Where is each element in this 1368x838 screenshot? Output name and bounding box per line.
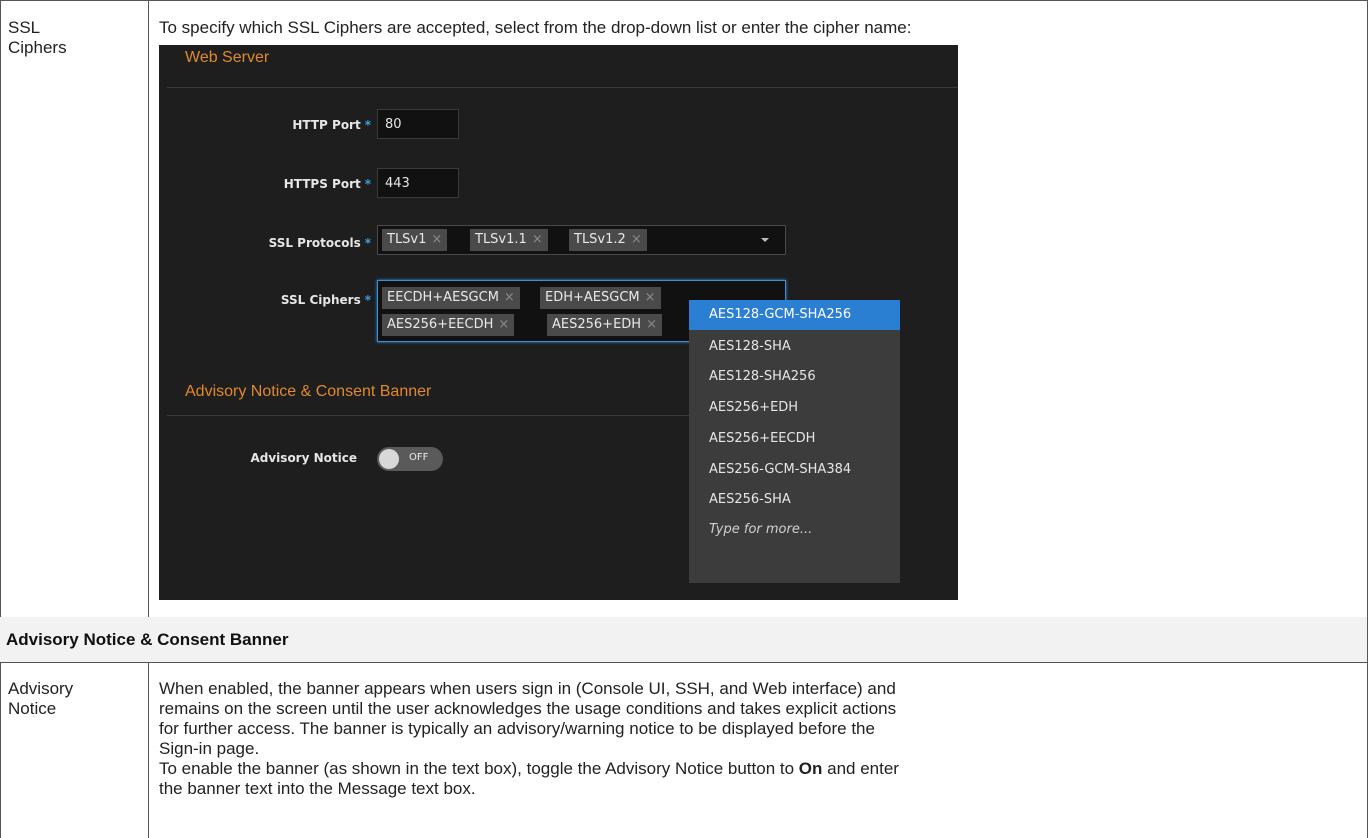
cipher-option[interactable]: AES128-SHA (689, 332, 900, 362)
table-border-left (0, 0, 1, 838)
https-port-label: HTTPS Port * (283, 177, 371, 191)
ssl-ciphers-intro-text: To specify which SSL Ciphers are accepte… (159, 18, 912, 37)
ssl-protocols-label: SSL Protocols * (268, 236, 371, 250)
cipher-option[interactable]: AES128-GCM-SHA256 (689, 300, 900, 330)
advisory-notice-description: When enabled, the banner appears when us… (159, 679, 899, 798)
row-label-advisory-notice: Advisory Notice (8, 679, 74, 718)
ssl-ciphers-label: SSL Ciphers * (280, 293, 371, 307)
toggle-state-label: OFF (409, 452, 429, 463)
remove-tag-icon[interactable]: × (646, 317, 657, 332)
table-border-heading-bottom (0, 662, 1368, 663)
documentation-table: SSL Ciphers To specify which SSL Ciphers… (0, 0, 1368, 838)
web-server-title: Web Server (185, 49, 270, 66)
required-marker: * (364, 293, 371, 307)
advisory-notice-label: Advisory Notice (250, 451, 357, 465)
protocol-tag[interactable]: TLSv1.1 × (470, 229, 548, 251)
remove-tag-icon[interactable]: × (532, 232, 543, 247)
http-port-label: HTTP Port * (292, 118, 371, 132)
cipher-option[interactable]: AES128-SHA256 (689, 362, 900, 392)
protocol-tag[interactable]: TLSv1.2 × (569, 229, 647, 251)
http-port-input[interactable]: 80 (377, 109, 459, 139)
section-separator (167, 87, 958, 88)
table-divider-row2 (148, 662, 149, 838)
advisory-notice-toggle[interactable]: OFF (377, 447, 443, 471)
remove-tag-icon[interactable]: × (431, 232, 442, 247)
protocol-tag[interactable]: TLSv1 × (382, 229, 448, 251)
row-label-ssl-ciphers: SSL Ciphers (8, 18, 67, 57)
https-port-input[interactable]: 443 (377, 168, 459, 198)
required-marker: * (364, 177, 371, 191)
cipher-option[interactable]: AES256-SHA (689, 485, 900, 515)
required-marker: * (364, 118, 371, 132)
cipher-option[interactable]: AES256+EECDH (689, 424, 900, 454)
section-heading-row: Advisory Notice & Consent Banner (0, 617, 1367, 662)
type-for-more-hint: Type for more... (709, 522, 813, 537)
chevron-down-icon[interactable] (761, 238, 769, 242)
web-server-settings-screenshot: Web Server HTTP Port * 80 HTTPS Port * 443… (159, 45, 958, 600)
toggle-knob (379, 449, 399, 469)
advisory-section-title: Advisory Notice & Consent Banner (185, 383, 432, 400)
section-heading: Advisory Notice & Consent Banner (6, 630, 289, 649)
table-border-top (0, 0, 1368, 1)
cipher-tag[interactable]: EECDH+AESGCM × (382, 287, 520, 309)
remove-tag-icon[interactable]: × (498, 317, 509, 332)
remove-tag-icon[interactable]: × (504, 290, 515, 305)
cipher-tag[interactable]: AES256+EDH × (547, 314, 662, 336)
section-separator (167, 415, 689, 416)
cipher-option[interactable]: AES256-GCM-SHA384 (689, 455, 900, 485)
table-divider-row1 (148, 0, 149, 617)
cipher-tag[interactable]: EDH+AESGCM × (540, 287, 661, 309)
remove-tag-icon[interactable]: × (645, 290, 656, 305)
required-marker: * (364, 236, 371, 250)
remove-tag-icon[interactable]: × (631, 232, 642, 247)
ssl-protocols-select[interactable]: TLSv1 × TLSv1.1 × TLSv1.2 × (377, 225, 786, 255)
cipher-dropdown-list[interactable]: AES128-GCM-SHA256 AES128-SHA AES128-SHA2… (689, 300, 900, 583)
cipher-tag[interactable]: AES256+EECDH × (382, 314, 515, 336)
cipher-option[interactable]: AES256+EDH (689, 393, 900, 423)
